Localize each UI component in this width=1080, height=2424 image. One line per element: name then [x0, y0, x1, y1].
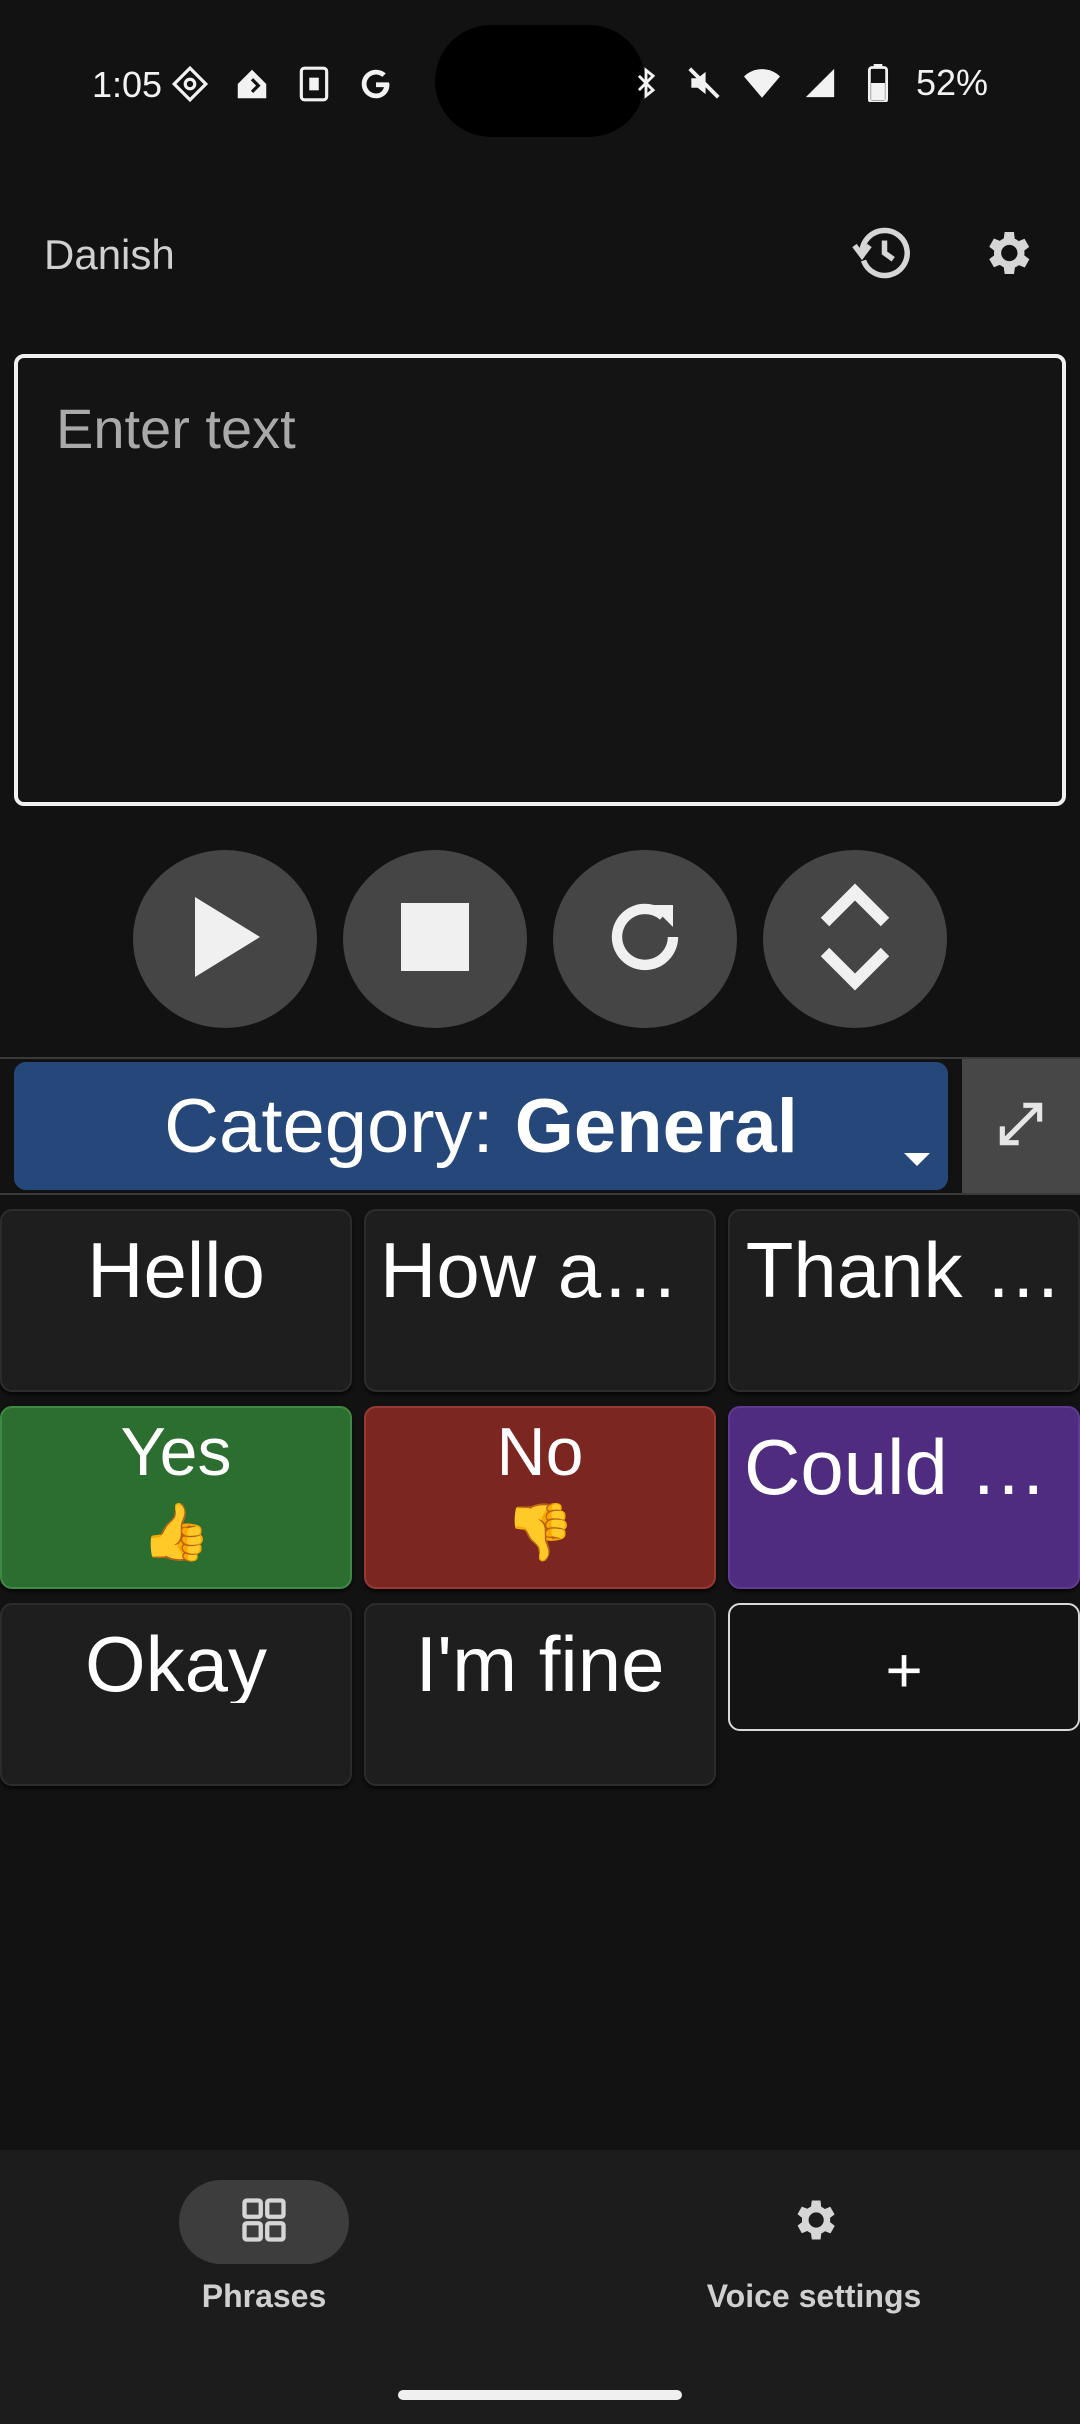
refresh-icon	[597, 889, 693, 990]
phrase-tile-im-fine[interactable]: I'm fine	[364, 1603, 716, 1786]
wifi-icon	[742, 63, 782, 103]
battery-percent: 52%	[915, 62, 988, 103]
phrase-tile-thank[interactable]: Thank …	[728, 1209, 1080, 1392]
expand-collapse-button[interactable]	[763, 850, 947, 1028]
phrase-label: How ar…	[380, 1231, 706, 1309]
phrase-label: Thank …	[745, 1231, 1063, 1309]
category-text: Category: General	[164, 1083, 798, 1170]
dropdown-arrow-icon	[904, 1153, 930, 1166]
nav-pill-active	[179, 2180, 349, 2264]
text-input[interactable]	[18, 358, 1062, 802]
bottom-navigation: Phrases Voice settings	[0, 2150, 1080, 2424]
mute-icon	[684, 63, 724, 103]
grid-icon	[238, 2194, 290, 2251]
phrase-tile-okay[interactable]: Okay	[0, 1603, 352, 1786]
thumbs-down-icon: 👎	[505, 1500, 575, 1563]
status-bar: 1:05 52%	[0, 0, 1080, 175]
nav-item-phrases[interactable]: Phrases	[84, 2180, 444, 2340]
nav-label-voice-settings: Voice settings	[706, 2278, 922, 2314]
bluetooth-icon	[626, 63, 666, 103]
playback-controls	[0, 850, 1080, 1028]
phrase-label: Hello	[87, 1231, 265, 1309]
history-button[interactable]	[850, 223, 914, 287]
history-icon	[852, 223, 912, 288]
status-time: 1:05	[92, 64, 163, 105]
category-dropdown[interactable]: Category: General	[14, 1062, 948, 1190]
status-icons-right: 52%	[626, 62, 988, 104]
phrase-tile-could-you[interactable]: Could y…	[728, 1406, 1080, 1589]
play-icon	[190, 896, 260, 982]
phrase-tile-hello[interactable]: Hello	[0, 1209, 352, 1392]
expand-arrows-icon	[993, 1096, 1049, 1157]
phrase-label: Could y…	[744, 1428, 1078, 1506]
text-entry-box	[14, 354, 1066, 806]
app-header: Danish	[0, 215, 1080, 295]
chevron-up-down-icon	[815, 882, 895, 997]
category-row: Category: General	[0, 1057, 1080, 1195]
camera-cutout	[435, 25, 645, 137]
refresh-button[interactable]	[553, 850, 737, 1028]
phrase-label: No	[496, 1418, 584, 1486]
nav-label-phrases: Phrases	[201, 2278, 327, 2314]
home-icon	[232, 64, 272, 104]
phrase-tile-no[interactable]: No 👎	[364, 1406, 716, 1589]
language-selector[interactable]: Danish	[44, 231, 175, 279]
add-icon: +	[885, 1634, 923, 1706]
target-icon	[170, 64, 210, 104]
fullscreen-button[interactable]	[962, 1059, 1080, 1193]
play-button[interactable]	[133, 850, 317, 1028]
phrase-tile-how-are[interactable]: How ar…	[364, 1209, 716, 1392]
stop-icon	[401, 902, 469, 976]
thumbs-up-icon: 👍	[141, 1500, 211, 1563]
battery-icon	[858, 63, 898, 103]
signal-icon	[800, 63, 840, 103]
stop-button[interactable]	[343, 850, 527, 1028]
phrase-label: Okay	[84, 1625, 268, 1703]
phrase-tile-yes[interactable]: Yes 👍	[0, 1406, 352, 1589]
gear-icon	[788, 2194, 840, 2251]
category-value: General	[514, 1083, 798, 1169]
category-prefix: Category:	[164, 1083, 515, 1169]
gear-icon	[979, 225, 1035, 286]
google-icon	[356, 64, 396, 104]
phrase-label: Yes	[120, 1418, 232, 1486]
status-icons-left	[170, 64, 396, 104]
phrase-label: I'm fine	[415, 1625, 665, 1703]
nav-pill	[729, 2180, 899, 2264]
nav-item-voice-settings[interactable]: Voice settings	[634, 2180, 994, 2340]
settings-button[interactable]	[975, 223, 1039, 287]
sim-icon	[294, 64, 334, 104]
gesture-navigation-bar[interactable]	[398, 2390, 682, 2400]
add-phrase-button[interactable]: +	[728, 1603, 1080, 1731]
